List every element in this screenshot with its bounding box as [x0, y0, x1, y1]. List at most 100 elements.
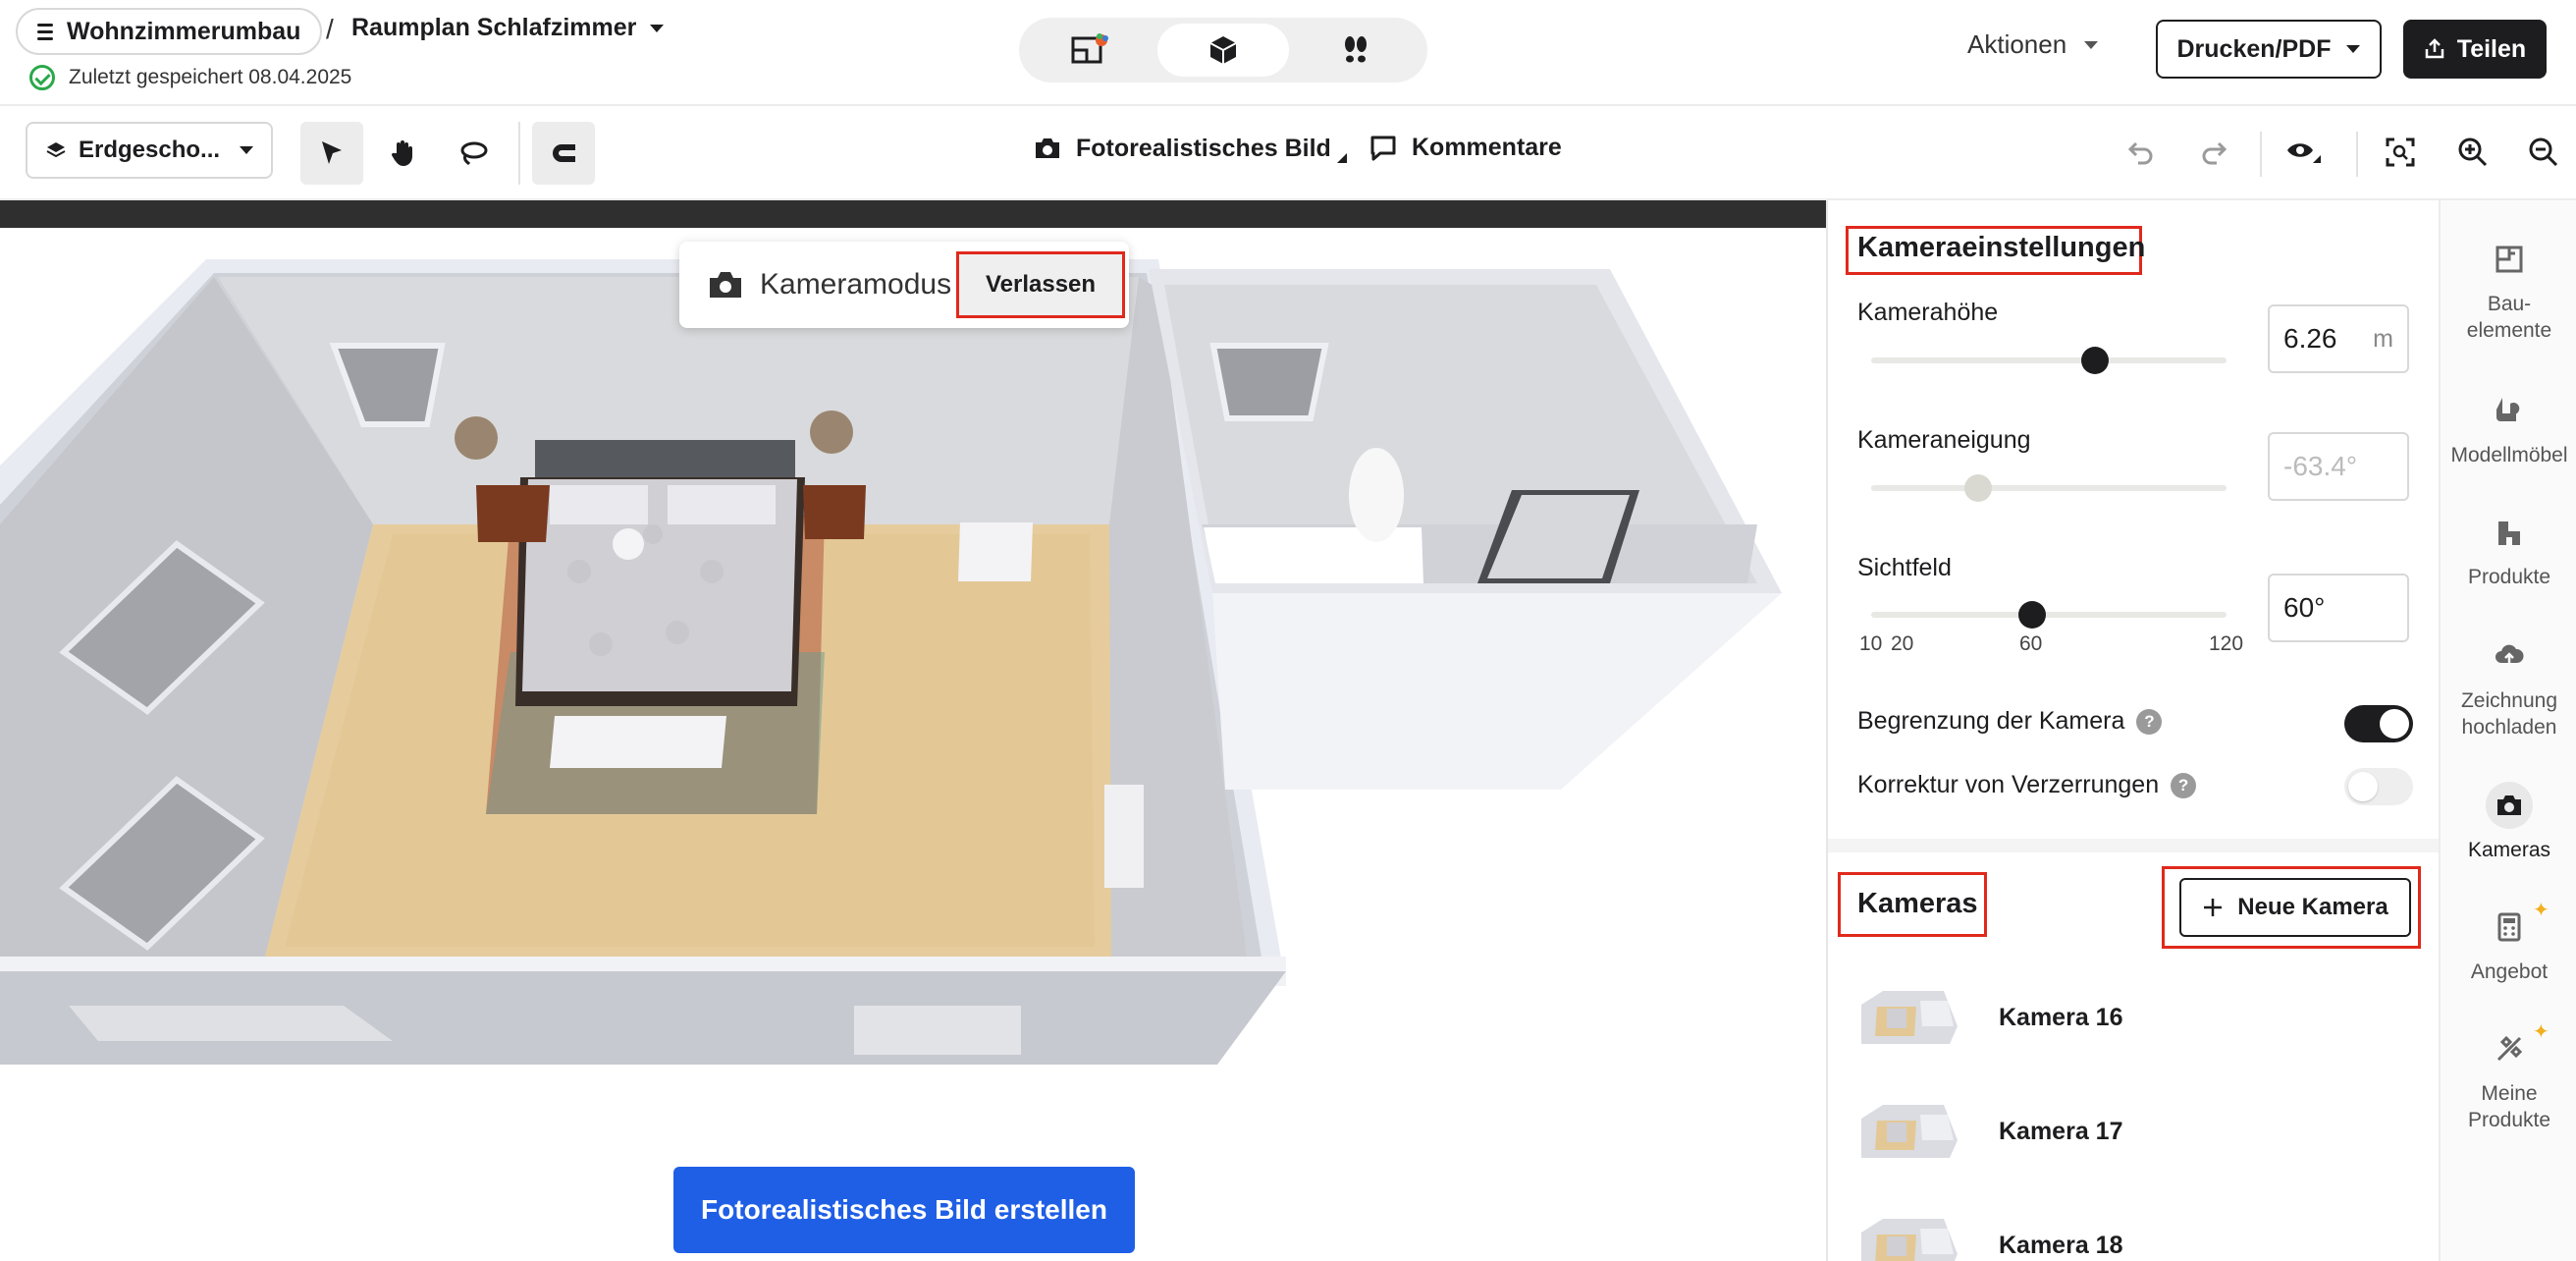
camera-limit-row: Begrenzung der Kamera?	[1857, 707, 2163, 736]
view-3d-button[interactable]	[1156, 24, 1290, 77]
camera-limit-toggle[interactable]	[2344, 705, 2413, 742]
corner-indicator-icon	[1336, 153, 1347, 163]
cube-3d-icon	[1209, 36, 1237, 64]
rail-item-quote[interactable]: ✦ Angebot	[2441, 900, 2576, 985]
distortion-label: Korrektur von Verzerrungen	[1857, 771, 2160, 798]
fov-tick: 10	[1859, 632, 1883, 655]
rail-label: elemente	[2466, 319, 2552, 343]
visibility-button[interactable]	[2280, 128, 2329, 177]
fov-tick: 60	[2019, 632, 2043, 655]
chevron-down-icon	[2084, 40, 2099, 49]
3d-viewport[interactable]: Kameramodus Verlassen Fotorealistisches …	[0, 200, 1826, 1261]
camera-tilt-thumb	[1963, 474, 1992, 502]
print-pdf-button[interactable]: Drucken/PDF	[2156, 20, 2382, 79]
view-2d-button[interactable]	[1025, 24, 1157, 77]
camera-height-thumb[interactable]	[2081, 347, 2110, 374]
rail-item-model-furniture[interactable]: Modellmöbel	[2441, 387, 2576, 468]
camera-thumbnail	[1861, 1105, 1958, 1158]
share-label: Teilen	[2456, 34, 2527, 63]
redo-icon	[2202, 141, 2227, 165]
pan-tool-button[interactable]	[371, 122, 434, 185]
share-button[interactable]: Teilen	[2403, 20, 2547, 79]
plan-name: Raumplan Schlafzimmer	[351, 14, 637, 41]
new-camera-button[interactable]: Neue Kamera	[2179, 878, 2411, 937]
fov-value: 60°	[2283, 592, 2326, 623]
3d-room-render	[0, 259, 1782, 1065]
zoom-in-icon	[2458, 137, 2488, 167]
plan-name-dropdown[interactable]: Raumplan Schlafzimmer	[351, 14, 665, 42]
toolbar-divider	[2356, 132, 2358, 177]
camera-name: Kamera 17	[1999, 1117, 2123, 1145]
exit-camera-mode-button[interactable]: Verlassen	[956, 251, 1125, 318]
create-photorealistic-button[interactable]: Fotorealistisches Bild erstellen	[673, 1167, 1135, 1253]
actions-dropdown[interactable]: Aktionen	[1967, 29, 2099, 60]
zoom-fit-button[interactable]	[2376, 128, 2425, 177]
section-divider	[1828, 839, 2439, 852]
camera-height-input[interactable]: 6.26 m	[2268, 304, 2409, 373]
layers-icon	[46, 142, 66, 158]
rail-item-upload-drawing[interactable]: Zeichnung hochladen	[2441, 632, 2576, 741]
fov-thumb[interactable]	[2018, 601, 2046, 629]
building-elements-icon	[2486, 236, 2533, 283]
chevron-down-icon	[2346, 45, 2361, 53]
camera-name: Kamera 18	[1999, 1231, 2123, 1259]
eye-icon	[2287, 143, 2321, 163]
undo-button[interactable]	[2117, 128, 2166, 177]
menu-icon	[37, 23, 53, 40]
camera-thumbnail	[1861, 1219, 1958, 1261]
lasso-tool-button[interactable]	[442, 122, 505, 185]
project-name: Wohnzimmerumbau	[67, 17, 301, 45]
comments-tab[interactable]: Kommentare	[1368, 134, 1562, 162]
floor-selector[interactable]: Erdgescho...	[26, 122, 273, 179]
select-tool-button[interactable]	[300, 122, 363, 185]
fov-input[interactable]: 60°	[2268, 574, 2409, 642]
camera-icon	[710, 272, 741, 298]
zoom-in-button[interactable]	[2448, 128, 2497, 177]
rail-label: Produkte	[2467, 566, 2551, 588]
snap-magnet-button[interactable]	[532, 122, 595, 185]
rail-label: Zeichnung	[2460, 689, 2558, 712]
redo-button[interactable]	[2189, 128, 2238, 177]
view-walk-button[interactable]	[1289, 24, 1422, 77]
rail-item-my-products[interactable]: ✦ Meine Produkte	[2441, 1021, 2576, 1134]
rail-item-building-elements[interactable]: Bau- elemente	[2441, 236, 2576, 345]
camera-height-value: 6.26	[2283, 323, 2337, 354]
camera-height-label: Kamerahöhe	[1857, 299, 1999, 326]
hand-icon	[391, 140, 412, 166]
camera-tilt-value: -63.4°	[2283, 451, 2358, 481]
footsteps-icon	[1344, 36, 1367, 63]
create-photorealistic-label: Fotorealistisches Bild erstellen	[701, 1194, 1107, 1225]
camera-list-item[interactable]: Kamera 18	[1855, 1206, 2405, 1261]
exit-label: Verlassen	[985, 271, 1097, 298]
plus-icon	[2204, 899, 2223, 916]
zoom-out-icon	[2529, 137, 2558, 167]
products-icon	[2486, 509, 2533, 556]
camera-list-item[interactable]: Kamera 16	[1855, 978, 2405, 1057]
help-icon[interactable]: ?	[2136, 709, 2163, 736]
fov-slider[interactable]	[1871, 612, 2227, 618]
save-status-text: Zuletzt gespeichert 08.04.2025	[69, 66, 352, 88]
camera-list-item[interactable]: Kamera 17	[1855, 1092, 2405, 1171]
help-icon[interactable]: ?	[2171, 773, 2197, 799]
camera-icon	[1036, 138, 1059, 158]
fov-tick: 20	[1891, 632, 1914, 655]
distortion-toggle[interactable]	[2344, 768, 2413, 805]
rail-item-cameras[interactable]: Kameras	[2441, 782, 2576, 863]
fov-tick: 120	[2209, 632, 2244, 655]
camera-thumbnail	[1861, 991, 1958, 1044]
cursor-arrow-icon	[322, 141, 342, 164]
rail-label: Kameras	[2467, 839, 2551, 861]
view-mode-switch	[1019, 18, 1427, 82]
camera-mode-label: Kameramodus	[760, 268, 952, 301]
project-menu-button[interactable]: Wohnzimmerumbau	[16, 8, 323, 55]
upload-cloud-icon	[2486, 632, 2533, 680]
camera-height-slider[interactable]	[1871, 357, 2227, 363]
rail-label: Angebot	[2470, 960, 2549, 983]
zoom-out-button[interactable]	[2519, 128, 2568, 177]
rail-label: Bau-	[2487, 293, 2532, 315]
rail-label: Modellmöbel	[2450, 444, 2568, 466]
rail-label: Produkte	[2467, 1109, 2551, 1132]
photorealistic-tab[interactable]: Fotorealistisches Bild	[1033, 134, 1347, 163]
camera-icon	[2486, 782, 2533, 829]
rail-item-products[interactable]: Produkte	[2441, 509, 2576, 590]
